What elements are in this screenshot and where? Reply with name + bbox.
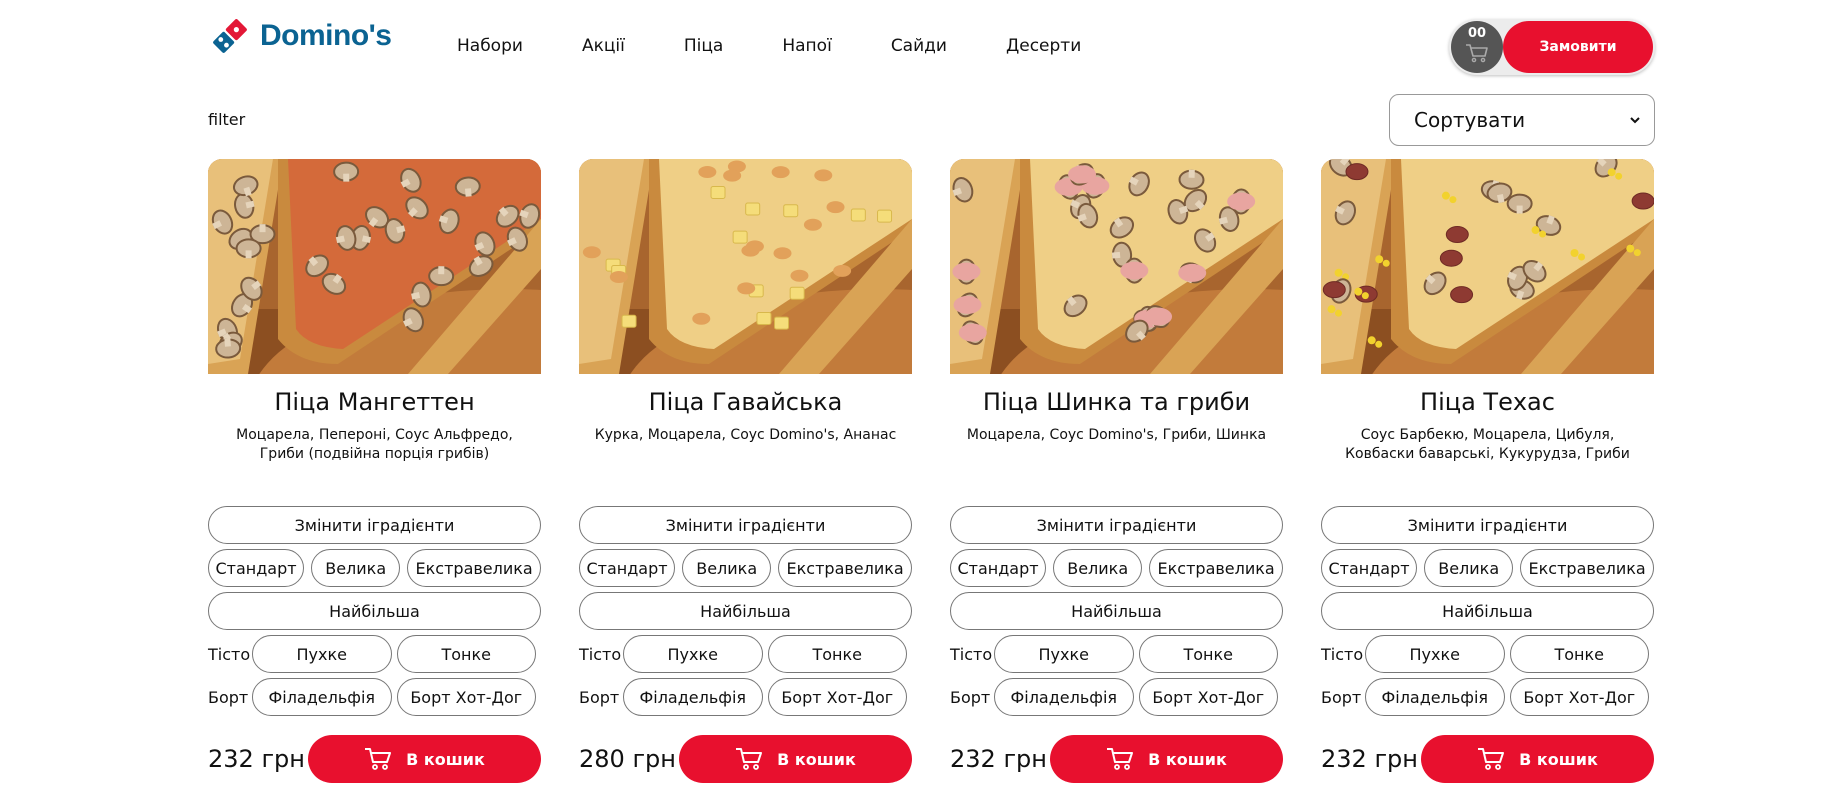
nav-item-promos[interactable]: Акції	[582, 36, 625, 56]
nav-item-pizza[interactable]: Піца	[684, 36, 724, 56]
product-card: Піца Гавайська Курка, Моцарела, Соус Dom…	[579, 159, 912, 799]
nav-item-sides[interactable]: Сайди	[891, 36, 947, 56]
product-image[interactable]	[950, 159, 1283, 374]
product-image[interactable]	[1321, 159, 1654, 374]
brand-name: Domino's	[260, 19, 392, 52]
filter-label[interactable]: filter	[208, 110, 245, 129]
add-to-cart-label: В кошик	[406, 749, 485, 769]
size-extralarge-button[interactable]: Екстравелика	[407, 549, 541, 587]
add-to-cart-label: В кошик	[777, 749, 856, 769]
crust-philadelphia-button[interactable]: Філадельфія	[1365, 678, 1505, 716]
add-to-cart-label: В кошик	[1148, 749, 1227, 769]
nav-item-desserts[interactable]: Десерти	[1006, 36, 1081, 56]
dough-fluffy-button[interactable]: Пухке	[1365, 635, 1505, 673]
dough-fluffy-button[interactable]: Пухке	[252, 635, 392, 673]
product-description: Моцарела, Соус Domino's, Гриби, Шинка	[966, 427, 1267, 443]
size-large-button[interactable]: Велика	[682, 549, 772, 587]
main-nav: Набори Акції Піца Напої Сайди Десерти	[457, 36, 1140, 56]
dominos-logo-icon	[211, 17, 249, 55]
dough-fluffy-button[interactable]: Пухке	[623, 635, 763, 673]
product-image[interactable]	[579, 159, 912, 374]
cart-count: 00	[1467, 26, 1487, 41]
dough-fluffy-button[interactable]: Пухке	[994, 635, 1134, 673]
crust-philadelphia-button[interactable]: Філадельфія	[252, 678, 392, 716]
size-standard-button[interactable]: Стандарт	[579, 549, 676, 587]
product-grid: Піца Мангеттен Моцарела, Пепероні, Соус …	[208, 159, 1654, 799]
cart-icon	[1107, 748, 1134, 770]
product-title: Піца Гавайська	[648, 388, 843, 416]
cart-icon	[736, 748, 763, 770]
crust-label: Борт	[1321, 687, 1362, 707]
dough-label: Тісто	[579, 644, 622, 664]
size-large-button[interactable]: Велика	[1053, 549, 1143, 587]
change-ingredients-button[interactable]: Змінити іградієнти	[1321, 506, 1654, 544]
crust-philadelphia-button[interactable]: Філадельфія	[623, 678, 763, 716]
product-description: Моцарела, Пепероні, Соус Альфредо, Гриби…	[236, 427, 513, 462]
size-largest-button[interactable]: Найбільша	[579, 592, 912, 630]
dough-thin-button[interactable]: Тонке	[396, 635, 536, 673]
dough-label: Тісто	[950, 644, 993, 664]
crust-label: Борт	[579, 687, 620, 707]
nav-item-drinks[interactable]: Напої	[782, 36, 831, 56]
crust-hotdog-button[interactable]: Борт Хот-Дог	[396, 678, 536, 716]
dough-thin-button[interactable]: Тонке	[767, 635, 907, 673]
product-image[interactable]	[208, 159, 541, 374]
header: Domino's Набори Акції Піца Напої Сайди Д…	[208, 12, 1655, 82]
add-to-cart-button[interactable]: В кошик	[1050, 735, 1283, 783]
size-large-button[interactable]: Велика	[1424, 549, 1514, 587]
size-standard-button[interactable]: Стандарт	[1321, 549, 1418, 587]
size-standard-button[interactable]: Стандарт	[950, 549, 1047, 587]
add-to-cart-button[interactable]: В кошик	[308, 735, 541, 783]
product-card: Піца Шинка та гриби Моцарела, Соус Domin…	[950, 159, 1283, 799]
order-button[interactable]: Замовити	[1503, 21, 1653, 73]
nav-item-sets[interactable]: Набори	[457, 36, 523, 56]
product-card: Піца Техас Соус Барбекю, Моцарела, Цибул…	[1321, 159, 1654, 799]
size-standard-button[interactable]: Стандарт	[208, 549, 305, 587]
dough-thin-button[interactable]: Тонке	[1509, 635, 1649, 673]
crust-hotdog-button[interactable]: Борт Хот-Дог	[1138, 678, 1278, 716]
sort-select[interactable]: Сортувати	[1389, 94, 1655, 146]
product-title: Піца Мангеттен	[274, 388, 475, 416]
size-extralarge-button[interactable]: Екстравелика	[1520, 549, 1654, 587]
crust-hotdog-button[interactable]: Борт Хот-Дог	[1509, 678, 1649, 716]
crust-label: Борт	[950, 687, 991, 707]
change-ingredients-button[interactable]: Змінити іградієнти	[208, 506, 541, 544]
brand-logo[interactable]: Domino's	[208, 14, 392, 58]
product-description: Соус Барбекю, Моцарела, Цибуля, Ковбаски…	[1345, 427, 1630, 462]
product-title: Піца Шинка та гриби	[982, 388, 1251, 416]
add-to-cart-button[interactable]: В кошик	[1421, 735, 1654, 783]
crust-hotdog-button[interactable]: Борт Хот-Дог	[767, 678, 907, 716]
add-to-cart-label: В кошик	[1519, 749, 1598, 769]
cart-icon	[365, 748, 392, 770]
change-ingredients-button[interactable]: Змінити іградієнти	[579, 506, 912, 544]
crust-label: Борт	[208, 687, 249, 707]
chevron-down-icon	[1630, 117, 1640, 124]
dough-thin-button[interactable]: Тонке	[1138, 635, 1278, 673]
dough-label: Тісто	[1321, 644, 1364, 664]
page: Domino's Набори Акції Піца Напої Сайди Д…	[0, 0, 1844, 809]
add-to-cart-button[interactable]: В кошик	[679, 735, 912, 783]
dough-label: Тісто	[208, 644, 251, 664]
product-description: Курка, Моцарела, Соус Domino's, Ананас	[594, 427, 897, 443]
crust-philadelphia-button[interactable]: Філадельфія	[994, 678, 1134, 716]
cart-icon	[1466, 44, 1488, 63]
size-largest-button[interactable]: Найбільша	[950, 592, 1283, 630]
product-title: Піца Техас	[1420, 388, 1555, 416]
cart-button[interactable]: 00	[1451, 21, 1503, 73]
product-card: Піца Мангеттен Моцарела, Пепероні, Соус …	[208, 159, 541, 799]
product-price: 232 грн	[950, 745, 1047, 773]
change-ingredients-button[interactable]: Змінити іградієнти	[950, 506, 1283, 544]
product-price: 232 грн	[1321, 745, 1418, 773]
product-price: 232 грн	[208, 745, 305, 773]
size-extralarge-button[interactable]: Екстравелика	[1149, 549, 1283, 587]
cart-icon	[1478, 748, 1505, 770]
cart-widget: 00 Замовити	[1449, 19, 1655, 75]
size-extralarge-button[interactable]: Екстравелика	[778, 549, 912, 587]
size-largest-button[interactable]: Найбільша	[1321, 592, 1654, 630]
size-largest-button[interactable]: Найбільша	[208, 592, 541, 630]
size-large-button[interactable]: Велика	[311, 549, 401, 587]
sort-selected-value: Сортувати	[1414, 108, 1526, 132]
product-price: 280 грн	[579, 745, 676, 773]
